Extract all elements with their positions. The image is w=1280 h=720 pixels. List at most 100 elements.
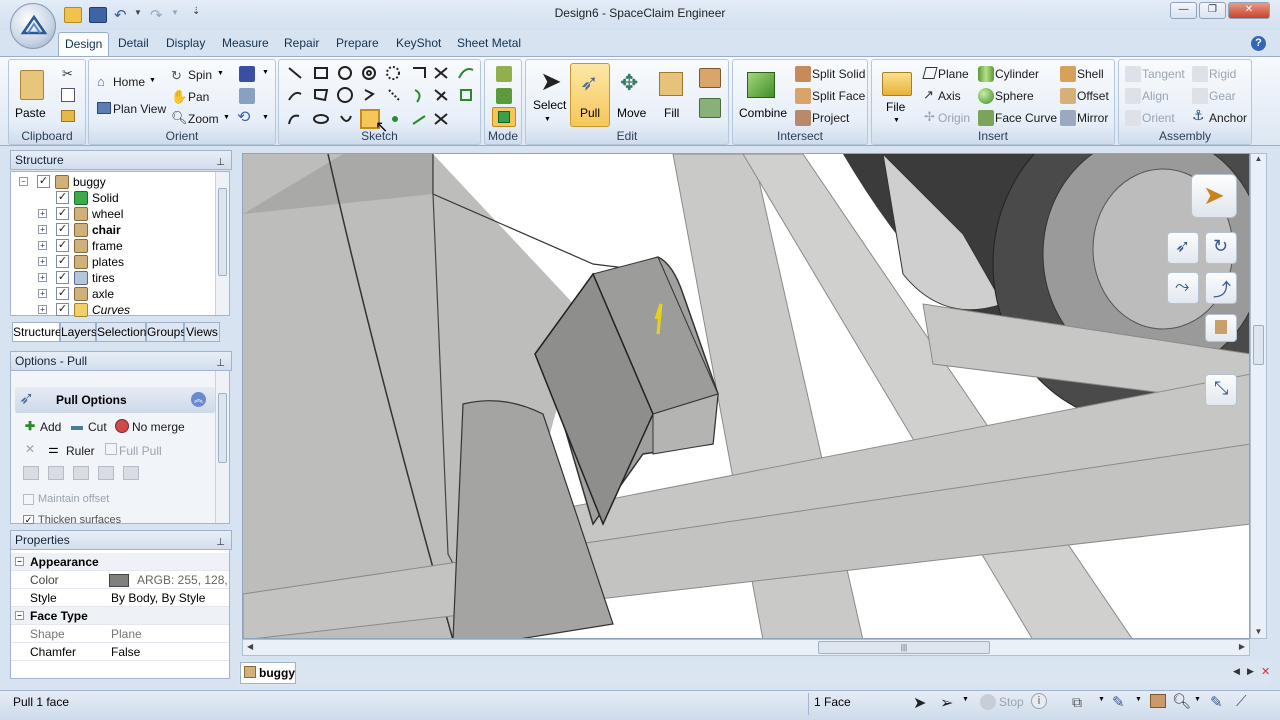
cut-option[interactable]: Cut: [88, 420, 107, 434]
pan-button[interactable]: Pan: [188, 90, 209, 104]
pull-options-header[interactable]: ➶ Pull Options ︽: [15, 387, 215, 413]
guide-tool[interactable]: ⤡: [1205, 374, 1237, 406]
edit-in-2d-icon[interactable]: ✎: [1112, 693, 1125, 711]
reorient-dropdown-icon[interactable]: ▼: [262, 114, 269, 121]
collapse-chevron-icon[interactable]: ︽: [191, 392, 206, 407]
appearance-category[interactable]: − Appearance: [11, 553, 229, 571]
tab-layers[interactable]: Layers: [60, 322, 97, 342]
file-button[interactable]: File: [886, 100, 905, 114]
expand-icon[interactable]: +: [38, 257, 47, 266]
file-dropdown-icon[interactable]: ▼: [893, 117, 900, 124]
pin-icon[interactable]: ⊥: [216, 154, 225, 172]
expand-icon[interactable]: +: [38, 225, 47, 234]
document-tab-buggy[interactable]: buggy: [240, 662, 296, 684]
visibility-checkbox[interactable]: ✓: [56, 255, 69, 268]
tab-display[interactable]: Display: [160, 32, 211, 56]
canvas-vertical-scrollbar[interactable]: ▲ ▼: [1250, 153, 1267, 639]
canvas-horizontal-scrollbar[interactable]: ◀ ||| ▶: [242, 639, 1250, 656]
tab-selection[interactable]: Selection: [96, 322, 146, 342]
visibility-checkbox[interactable]: ✓: [37, 175, 50, 188]
tab-scroll-left-icon[interactable]: ◀: [1233, 666, 1240, 677]
minimize-button[interactable]: —: [1170, 2, 1197, 19]
tab-sheet-metal[interactable]: Sheet Metal: [451, 32, 527, 56]
extent-icon-2[interactable]: [48, 466, 64, 480]
info-icon[interactable]: i: [1031, 693, 1047, 709]
maximize-button[interactable]: ❐: [1199, 2, 1226, 19]
maintain-offset-checkbox[interactable]: [23, 494, 34, 505]
visibility-checkbox[interactable]: ✓: [56, 223, 69, 236]
rigid-button[interactable]: Rigid: [1209, 67, 1236, 81]
select-mode-icon[interactable]: ➢: [940, 693, 953, 713]
sphere-button[interactable]: Sphere: [995, 89, 1034, 103]
zoom-dropdown-icon[interactable]: ▼: [223, 114, 230, 121]
3d-mode-button[interactable]: [492, 107, 516, 127]
sketch-status-icon[interactable]: ✎: [1210, 693, 1223, 711]
expand-icon[interactable]: +: [38, 289, 47, 298]
view-style-icon[interactable]: ⧉: [1072, 694, 1082, 711]
visibility-checkbox[interactable]: ✓: [56, 239, 69, 252]
combine-button[interactable]: Combine: [739, 106, 787, 120]
perspective-icon[interactable]: [239, 88, 255, 104]
tab-repair[interactable]: Repair: [278, 32, 325, 56]
move-button[interactable]: Move: [617, 106, 646, 120]
tab-scroll-right-icon[interactable]: ▶: [1247, 666, 1254, 677]
ruler-status-icon[interactable]: ⟋: [1236, 693, 1247, 710]
draft-tool[interactable]: ⤴: [1205, 272, 1237, 304]
tab-prepare[interactable]: Prepare: [330, 32, 385, 56]
cut-icon[interactable]: ✂: [62, 66, 73, 82]
ruler-option[interactable]: Ruler: [66, 444, 95, 458]
app-menu-button[interactable]: [10, 3, 56, 49]
pull-button[interactable]: ➶ Pull: [570, 63, 610, 127]
tweak-face-icon[interactable]: [699, 68, 721, 88]
options-scrollbar[interactable]: [215, 371, 229, 523]
offset-button[interactable]: Offset: [1077, 89, 1109, 103]
3d-model-view[interactable]: [243, 154, 1250, 639]
section-mode-icon[interactable]: [496, 88, 512, 104]
thicken-surfaces-checkbox[interactable]: ✓: [23, 515, 34, 525]
view-cube-icon[interactable]: [239, 66, 255, 82]
sketch-mode-icon[interactable]: [496, 66, 512, 82]
mirror-button[interactable]: Mirror: [1077, 111, 1108, 125]
tab-measure[interactable]: Measure: [216, 32, 275, 56]
home-dropdown-icon[interactable]: ▼: [149, 77, 156, 84]
pull-direction-icon[interactable]: ✕: [25, 442, 35, 456]
tab-design[interactable]: Design: [58, 32, 110, 56]
close-document-icon[interactable]: ✕: [1261, 665, 1270, 678]
style-value[interactable]: By Body, By Style: [111, 589, 205, 607]
visibility-checkbox[interactable]: ✓: [56, 303, 69, 316]
visibility-checkbox[interactable]: ✓: [56, 271, 69, 284]
visibility-checkbox[interactable]: ✓: [56, 191, 69, 204]
edit-dropdown-icon[interactable]: ▼: [1135, 696, 1142, 703]
face-type-category[interactable]: − Face Type: [11, 607, 229, 625]
view-dropdown-icon[interactable]: ▼: [262, 69, 269, 76]
gear-button[interactable]: Gear: [1209, 89, 1236, 103]
pull-direction-tool[interactable]: ➶: [1167, 232, 1199, 264]
visibility-checkbox[interactable]: ✓: [56, 287, 69, 300]
tab-structure[interactable]: Structure: [12, 322, 62, 342]
split-face-button[interactable]: Split Face: [812, 89, 865, 103]
axis-button[interactable]: Axis: [938, 89, 961, 103]
up-to-tool[interactable]: [1205, 314, 1237, 342]
paste-icon[interactable]: [20, 70, 44, 100]
spin-dropdown-icon[interactable]: ▼: [217, 70, 224, 77]
anchor-button[interactable]: Anchor: [1209, 111, 1247, 125]
expand-icon[interactable]: +: [38, 273, 47, 282]
extent-icon-1[interactable]: [23, 466, 39, 480]
face-curve-button[interactable]: Face Curve: [995, 111, 1057, 125]
blend-icon[interactable]: [699, 98, 721, 118]
zoom-button[interactable]: Zoom: [188, 112, 219, 126]
tangent-button[interactable]: Tangent: [1142, 67, 1185, 81]
select-button[interactable]: Select: [533, 98, 566, 112]
spin-button[interactable]: Spin: [188, 68, 212, 82]
plane-button[interactable]: Plane: [938, 67, 969, 81]
origin-button[interactable]: Origin: [938, 111, 970, 125]
fill-button[interactable]: Fill: [664, 106, 679, 120]
extent-icon-3[interactable]: [73, 466, 89, 480]
tree-scrollbar[interactable]: [215, 172, 229, 315]
select-dropdown-icon[interactable]: ▼: [544, 116, 551, 123]
visibility-checkbox[interactable]: ✓: [56, 207, 69, 220]
revolve-tool[interactable]: ↻: [1205, 232, 1237, 264]
format-painter-icon[interactable]: [61, 110, 75, 122]
zoom-status-dropdown-icon[interactable]: ▼: [1194, 696, 1201, 703]
chamfer-row[interactable]: Chamfer False: [11, 643, 229, 661]
